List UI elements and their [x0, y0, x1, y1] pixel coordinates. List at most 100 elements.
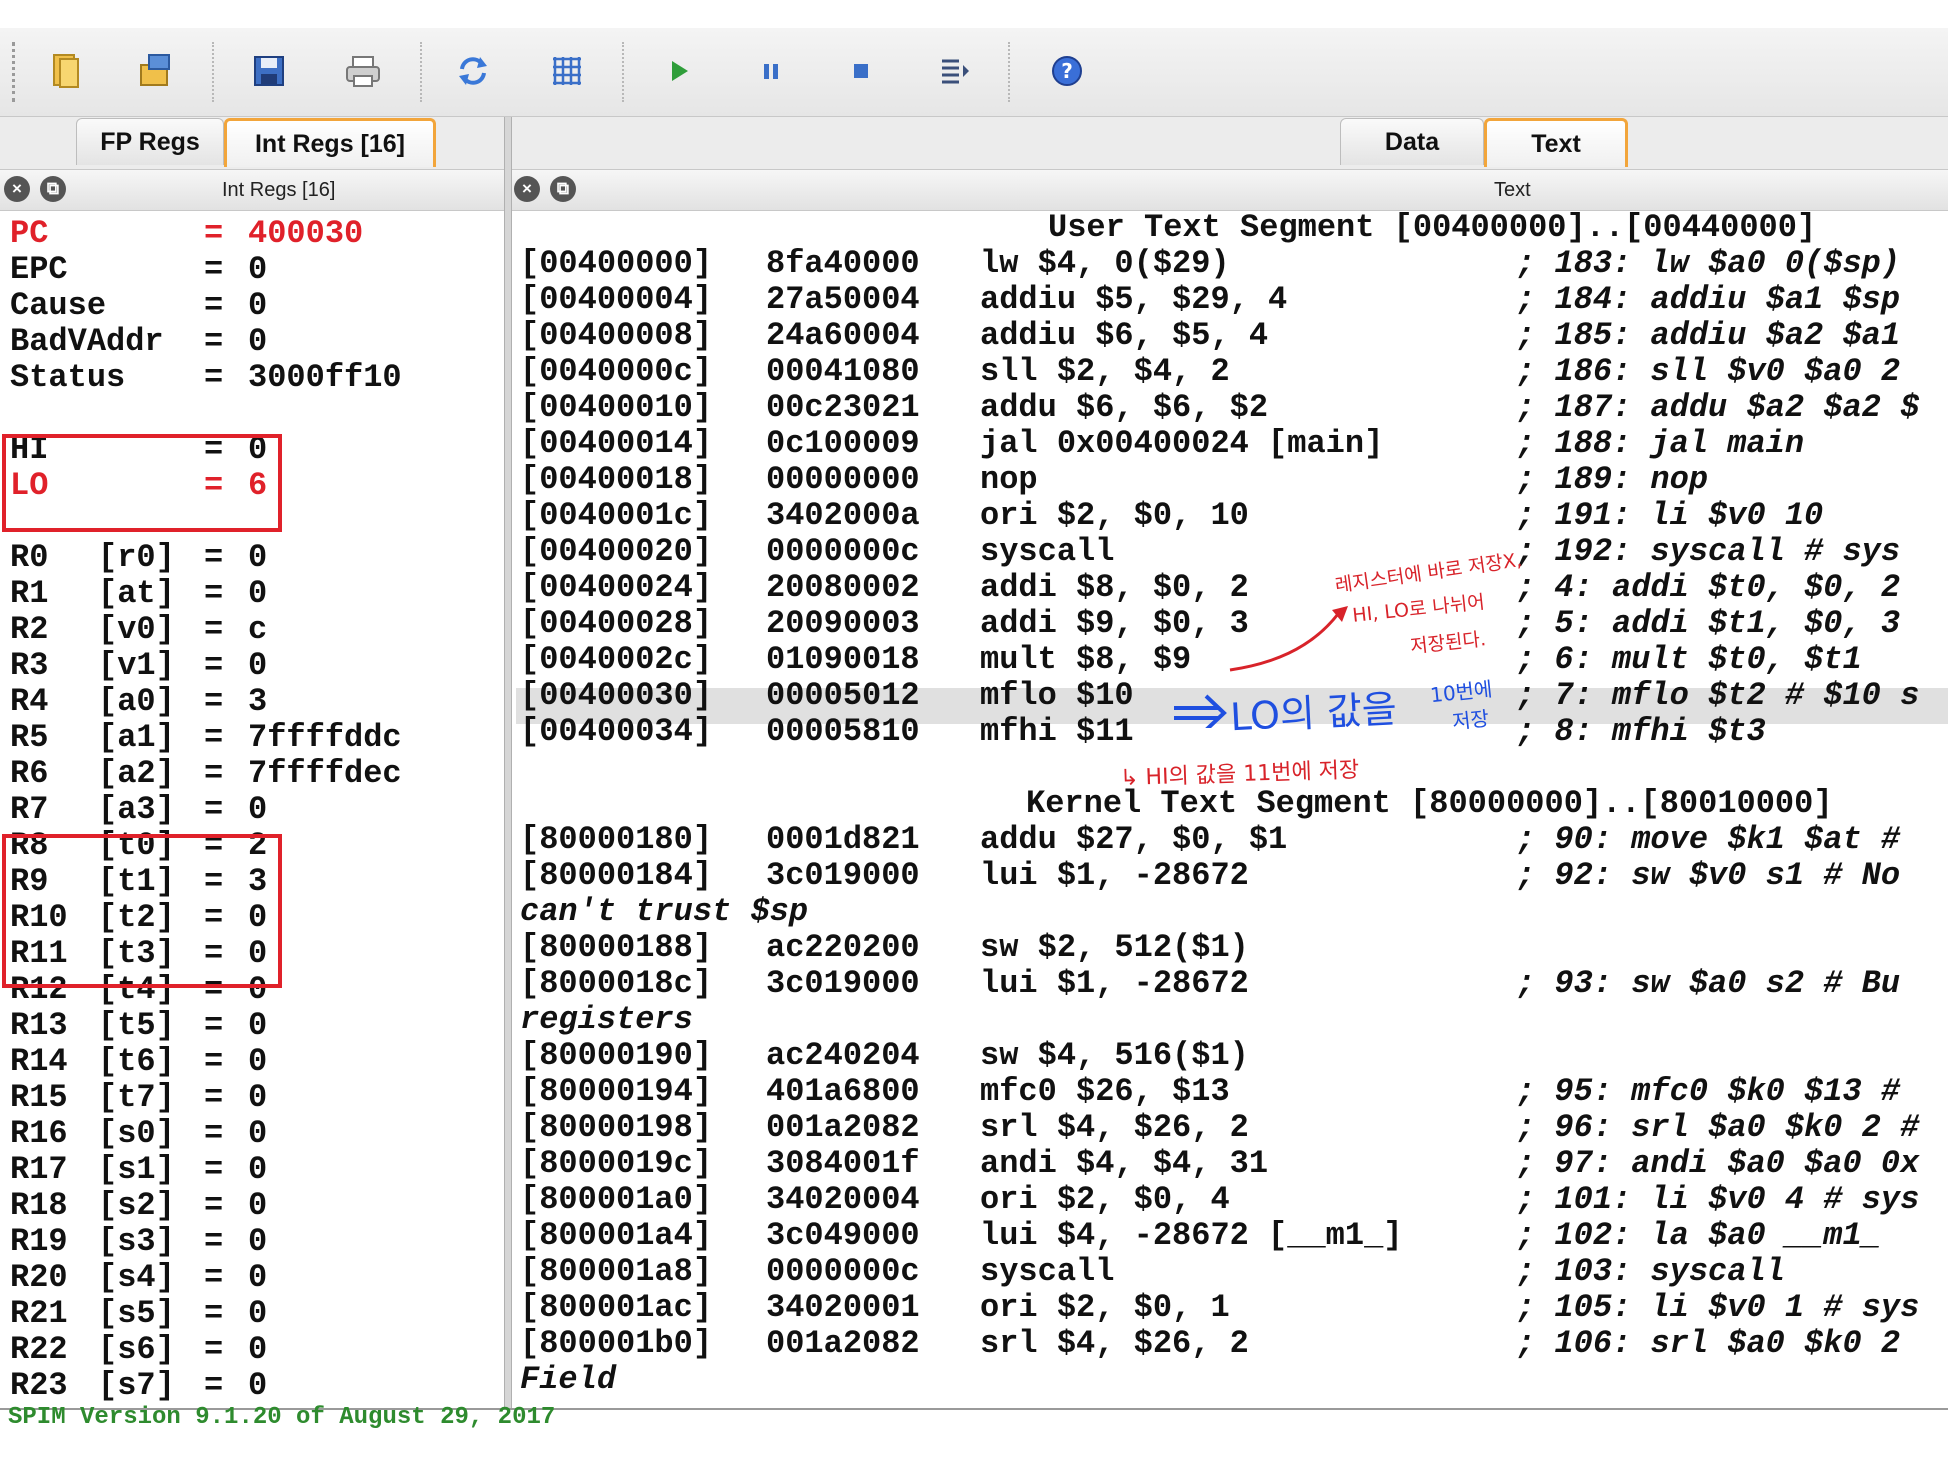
handwritten-arrow	[1229, 606, 1348, 672]
register-name: R23	[10, 1367, 68, 1404]
toolbar-grip[interactable]	[12, 42, 15, 102]
int-regs-pane-header: × ⧉ Int Regs [16]	[0, 169, 504, 211]
instruction-hex: 0001d821	[766, 821, 920, 858]
pane-splitter[interactable]	[504, 117, 512, 1417]
instruction-address: [00400020]	[520, 533, 713, 570]
instruction-address: [800001a4]	[520, 1217, 713, 1254]
handwritten-note: LO의 값을	[1229, 686, 1398, 740]
register-value: 0	[248, 539, 268, 576]
equals-sign: =	[204, 1079, 224, 1116]
instruction-address: [00400000]	[520, 245, 713, 282]
clear-registers-icon[interactable]	[540, 44, 594, 98]
source-comment: ; 4: addi $t0, $0, 2	[1516, 569, 1901, 606]
svg-text:?: ?	[1061, 59, 1073, 83]
instruction-text: lui $4, -28672 [__m1_]	[980, 1217, 1403, 1254]
tab-data[interactable]: Data	[1340, 118, 1484, 165]
instruction-address: [8000018c]	[520, 965, 713, 1002]
source-comment: ; 95: mfc0 $k0 $13 #	[1516, 1073, 1901, 1110]
instruction-text: nop	[980, 461, 1038, 498]
help-icon[interactable]: ?	[1040, 44, 1094, 98]
equals-sign: =	[204, 359, 224, 396]
close-pane-icon[interactable]: ×	[4, 176, 30, 202]
register-value: 0	[248, 1223, 268, 1260]
register-alias: [s2]	[98, 1187, 175, 1224]
pause-icon[interactable]	[744, 44, 798, 98]
equals-sign: =	[204, 647, 224, 684]
register-value: 0	[248, 251, 268, 288]
instruction-text: addi $9, $0, 3	[980, 605, 1249, 642]
register-alias: [r0]	[98, 539, 175, 576]
register-value: 3	[248, 683, 268, 720]
source-comment: ; 191: li $v0 10	[1516, 497, 1824, 534]
reload-file-icon[interactable]	[128, 44, 182, 98]
toolbar-separator	[622, 42, 624, 102]
equals-sign: =	[204, 1043, 224, 1080]
equals-sign: =	[204, 1151, 224, 1188]
instruction-address: [8000019c]	[520, 1145, 713, 1182]
source-comment: ; 188: jal main	[1516, 425, 1805, 462]
annotation-box-t-registers	[2, 834, 282, 988]
source-comment: ; 5: addi $t1, $0, 3	[1516, 605, 1901, 642]
instruction-hex: 3c049000	[766, 1217, 920, 1254]
register-value: 0	[248, 1331, 268, 1368]
register-value: 0	[248, 575, 268, 612]
instruction-hex: ac220200	[766, 929, 920, 966]
source-comment: ; 106: srl $a0 $k0 2	[1516, 1325, 1901, 1362]
instruction-text: sw $2, 512($1)	[980, 929, 1249, 966]
register-value: 0	[248, 1007, 268, 1044]
register-value: 0	[248, 287, 268, 324]
float-pane-icon[interactable]: ⧉	[40, 176, 66, 202]
register-name: R7	[10, 791, 49, 828]
text-line: can't trust $sp	[520, 894, 808, 930]
stop-icon[interactable]	[834, 44, 888, 98]
text-line: registers	[520, 1002, 693, 1038]
equals-sign: =	[204, 683, 224, 720]
save-icon[interactable]	[242, 44, 296, 98]
equals-sign: =	[204, 611, 224, 648]
register-alias: [v1]	[98, 647, 175, 684]
run-icon[interactable]	[652, 44, 706, 98]
float-pane-icon[interactable]: ⧉	[550, 176, 576, 202]
instruction-text: addiu $5, $29, 4	[980, 281, 1288, 318]
register-name: R0	[10, 539, 49, 576]
register-alias: [s3]	[98, 1223, 175, 1260]
reinitialize-icon[interactable]	[446, 44, 500, 98]
source-comment: ; 189: nop	[1516, 461, 1709, 498]
tab-fp-regs[interactable]: FP Regs	[76, 118, 224, 165]
register-name: BadVAddr	[10, 323, 164, 360]
source-comment: ; 90: move $k1 $at #	[1516, 821, 1901, 858]
register-alias: [a1]	[98, 719, 175, 756]
source-comment: ; 92: sw $v0 s1 # No	[1516, 857, 1901, 894]
text-segment-view[interactable]: User Text Segment [00400000]..[00440000]…	[512, 210, 1948, 1410]
tab-text[interactable]: Text	[1484, 118, 1628, 167]
instruction-address: [00400014]	[520, 425, 713, 462]
register-name: Cause	[10, 287, 107, 324]
equals-sign: =	[204, 215, 224, 252]
register-value: 3000ff10	[248, 359, 402, 396]
instruction-hex: 3c019000	[766, 965, 920, 1002]
register-alias: [s4]	[98, 1259, 175, 1296]
source-comment: Field	[520, 1361, 617, 1398]
equals-sign: =	[204, 1259, 224, 1296]
instruction-text: sll $2, $4, 2	[980, 353, 1230, 390]
instruction-address: [00400024]	[520, 569, 713, 606]
register-name: R22	[10, 1331, 68, 1368]
instruction-hex: 00000000	[766, 461, 920, 498]
register-name: R14	[10, 1043, 68, 1080]
close-pane-icon[interactable]: ×	[514, 176, 540, 202]
register-value: 7ffffdec	[248, 755, 402, 792]
open-icon[interactable]	[40, 44, 94, 98]
single-step-icon[interactable]	[928, 44, 982, 98]
register-name: R2	[10, 611, 49, 648]
segment-title: Kernel Text Segment [80000000]..[8001000…	[1026, 785, 1833, 822]
instruction-hex: 3084001f	[766, 1145, 920, 1182]
register-name: R21	[10, 1295, 68, 1332]
print-icon[interactable]	[336, 44, 390, 98]
tab-int-regs[interactable]: Int Regs [16]	[224, 118, 436, 167]
equals-sign: =	[204, 755, 224, 792]
source-comment: ; 8: mfhi $t3	[1516, 713, 1766, 750]
register-name: R16	[10, 1115, 68, 1152]
register-name: R18	[10, 1187, 68, 1224]
instruction-address: [80000194]	[520, 1073, 713, 1110]
instruction-hex: 01090018	[766, 641, 920, 678]
